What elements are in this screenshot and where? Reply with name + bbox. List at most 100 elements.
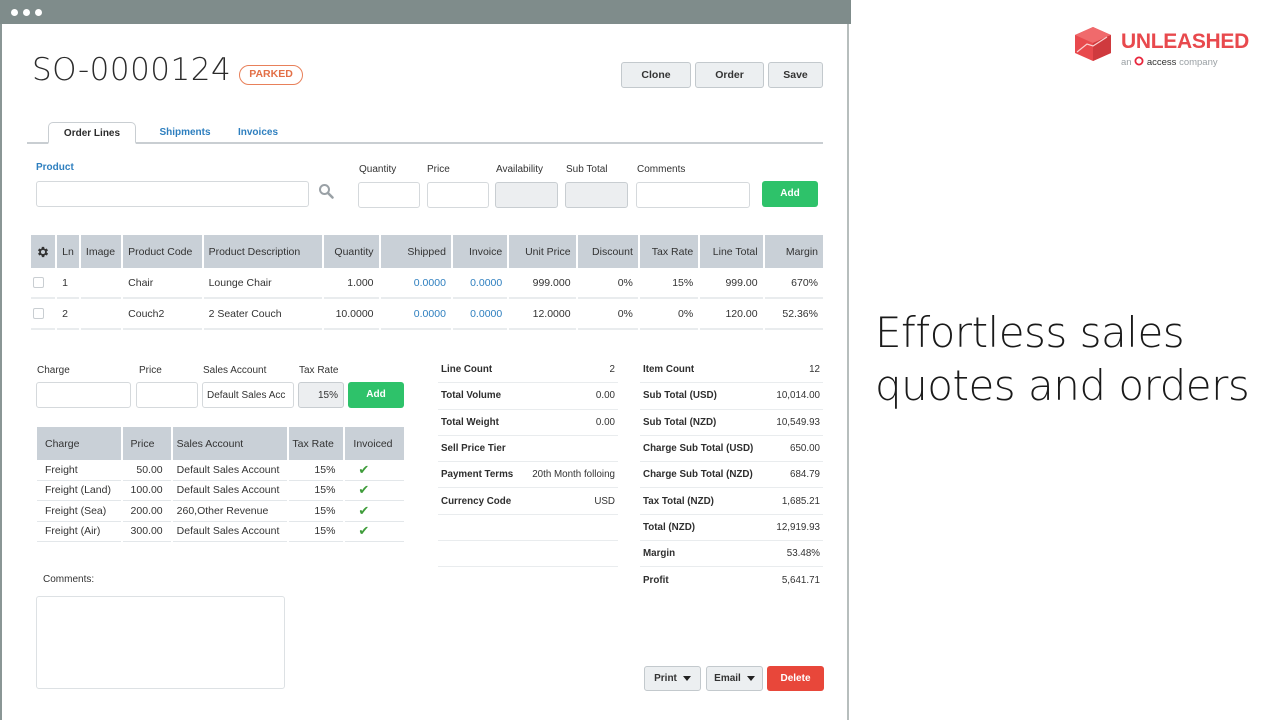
order-comments-textarea[interactable] bbox=[36, 596, 285, 689]
line-invoice-link[interactable]: 0.0000 bbox=[452, 268, 508, 299]
column-tax-rate[interactable]: Tax Rate bbox=[639, 235, 699, 268]
charge-name: Freight (Sea) bbox=[37, 501, 121, 522]
check-icon: ✔ bbox=[358, 461, 370, 477]
summary-row-sub-total-usd: Sub Total (USD) 10,014.00 bbox=[640, 383, 823, 410]
tab-invoices[interactable]: Invoices bbox=[230, 122, 286, 143]
line-comments-input[interactable] bbox=[636, 182, 750, 208]
brand-sub-prefix: an bbox=[1121, 57, 1132, 68]
tab-order-lines[interactable]: Order Lines bbox=[48, 122, 136, 144]
charge-tax: 15% bbox=[289, 501, 344, 522]
charge-tax-rate-label: Tax Rate bbox=[299, 365, 339, 376]
check-icon: ✔ bbox=[358, 482, 370, 498]
summary-value: 20th Month folloing bbox=[532, 469, 615, 481]
summary-row-currency-code: Currency Code USD bbox=[438, 489, 618, 515]
line-image bbox=[80, 268, 122, 299]
add-charge-button[interactable]: Add bbox=[348, 382, 404, 408]
column-margin[interactable]: Margin bbox=[764, 235, 823, 268]
order-line-row[interactable]: 2 Couch2 2 Seater Couch 10.0000 0.0000 0… bbox=[31, 299, 823, 330]
line-discount: 0% bbox=[577, 268, 638, 299]
column-charge: Charge bbox=[37, 427, 121, 460]
charge-tax-rate-field bbox=[298, 382, 344, 408]
column-settings[interactable] bbox=[31, 235, 56, 268]
status-badge: PARKED bbox=[239, 65, 303, 85]
summary-row-total-volume: Total Volume 0.00 bbox=[438, 383, 618, 410]
summary-row-total-weight: Total Weight 0.00 bbox=[438, 410, 618, 436]
summary-key: Sell Price Tier bbox=[441, 443, 506, 455]
line-quantity: 10.0000 bbox=[324, 299, 379, 330]
charge-input[interactable] bbox=[36, 382, 131, 408]
summary-value: 0.00 bbox=[595, 416, 615, 428]
charge-row[interactable]: Freight (Air) 300.00 Default Sales Accou… bbox=[37, 522, 404, 542]
app-window: SO-0000124 PARKED Clone Order Save Order… bbox=[0, 0, 851, 720]
charge-row[interactable]: Freight (Land) 100.00 Default Sales Acco… bbox=[37, 481, 404, 501]
charge-tax: 15% bbox=[289, 522, 344, 542]
column-invoice[interactable]: Invoice bbox=[452, 235, 508, 268]
charge-price-input[interactable] bbox=[136, 382, 198, 408]
charges-table: Charge Price Sales Account Tax Rate Invo… bbox=[35, 427, 406, 542]
sub-total-field bbox=[565, 182, 628, 208]
summary-value: 1,685.21 bbox=[781, 495, 820, 507]
order-line-row[interactable]: 1 Chair Lounge Chair 1.000 0.0000 0.0000… bbox=[31, 268, 823, 299]
product-code: Couch2 bbox=[123, 299, 202, 330]
row-checkbox[interactable] bbox=[33, 308, 44, 320]
summary-row-total: Total (NZD) 12,919.93 bbox=[640, 515, 823, 542]
print-dropdown-button[interactable]: Print bbox=[644, 666, 701, 691]
brand-subtitle: an access company bbox=[1121, 56, 1218, 68]
line-number: 1 bbox=[57, 268, 79, 299]
column-product-code[interactable]: Product Code bbox=[123, 235, 202, 268]
quantity-input[interactable] bbox=[358, 182, 420, 208]
email-dropdown-button[interactable]: Email bbox=[706, 666, 763, 691]
tagline-line-1: Effortless sales bbox=[875, 308, 1185, 357]
row-select[interactable] bbox=[31, 268, 56, 299]
search-icon[interactable] bbox=[318, 183, 334, 199]
availability-field bbox=[495, 182, 558, 208]
charge-tax: 15% bbox=[289, 481, 344, 501]
line-number: 2 bbox=[57, 299, 79, 330]
sub-total-label: Sub Total bbox=[566, 164, 608, 175]
line-invoice-link[interactable]: 0.0000 bbox=[452, 299, 508, 330]
charge-label: Charge bbox=[37, 365, 70, 376]
product-input[interactable] bbox=[36, 181, 309, 207]
product-description: Lounge Chair bbox=[203, 268, 323, 299]
product-code: Chair bbox=[123, 268, 202, 299]
caret-down-icon bbox=[682, 675, 691, 681]
tab-shipments[interactable]: Shipments bbox=[152, 122, 218, 143]
line-shipped-link[interactable]: 0.0000 bbox=[380, 268, 451, 299]
delete-button[interactable]: Delete bbox=[767, 666, 824, 691]
column-discount[interactable]: Discount bbox=[577, 235, 638, 268]
price-input[interactable] bbox=[427, 182, 489, 208]
column-image[interactable]: Image bbox=[80, 235, 122, 268]
gear-icon[interactable] bbox=[36, 245, 50, 259]
summary-key: Margin bbox=[643, 548, 676, 560]
clone-button[interactable]: Clone bbox=[621, 62, 691, 88]
product-label: Product bbox=[36, 162, 74, 173]
check-icon: ✔ bbox=[358, 523, 370, 539]
line-tax-rate: 15% bbox=[639, 268, 699, 299]
column-product-description[interactable]: Product Description bbox=[203, 235, 323, 268]
summary-key: Payment Terms bbox=[441, 469, 514, 481]
charge-row[interactable]: Freight 50.00 Default Sales Account 15% … bbox=[37, 460, 404, 481]
sales-account-input[interactable] bbox=[202, 382, 294, 408]
summary-row-profit: Profit 5,641.71 bbox=[640, 567, 823, 593]
save-button[interactable]: Save bbox=[768, 62, 823, 88]
charge-price-label: Price bbox=[139, 365, 162, 376]
order-button[interactable]: Order bbox=[695, 62, 764, 88]
column-line-total[interactable]: Line Total bbox=[700, 235, 763, 268]
summary-row-charge-sub-total-nzd: Charge Sub Total (NZD) 684.79 bbox=[640, 462, 823, 489]
line-unit-price: 12.0000 bbox=[509, 299, 576, 330]
add-line-button[interactable]: Add bbox=[762, 181, 818, 207]
column-quantity[interactable]: Quantity bbox=[324, 235, 379, 268]
column-ln[interactable]: Ln bbox=[57, 235, 79, 268]
line-shipped-link[interactable]: 0.0000 bbox=[380, 299, 451, 330]
row-select[interactable] bbox=[31, 299, 56, 330]
column-shipped[interactable]: Shipped bbox=[380, 235, 451, 268]
price-label: Price bbox=[427, 164, 450, 175]
line-unit-price: 999.000 bbox=[509, 268, 576, 299]
column-unit-price[interactable]: Unit Price bbox=[509, 235, 576, 268]
summary-value: 53.48% bbox=[786, 548, 820, 560]
row-checkbox[interactable] bbox=[33, 277, 44, 289]
window-controls bbox=[11, 9, 42, 16]
summary-value: 650.00 bbox=[790, 443, 820, 455]
charge-row[interactable]: Freight (Sea) 200.00 260,Other Revenue 1… bbox=[37, 501, 404, 522]
quantity-label: Quantity bbox=[359, 164, 397, 175]
